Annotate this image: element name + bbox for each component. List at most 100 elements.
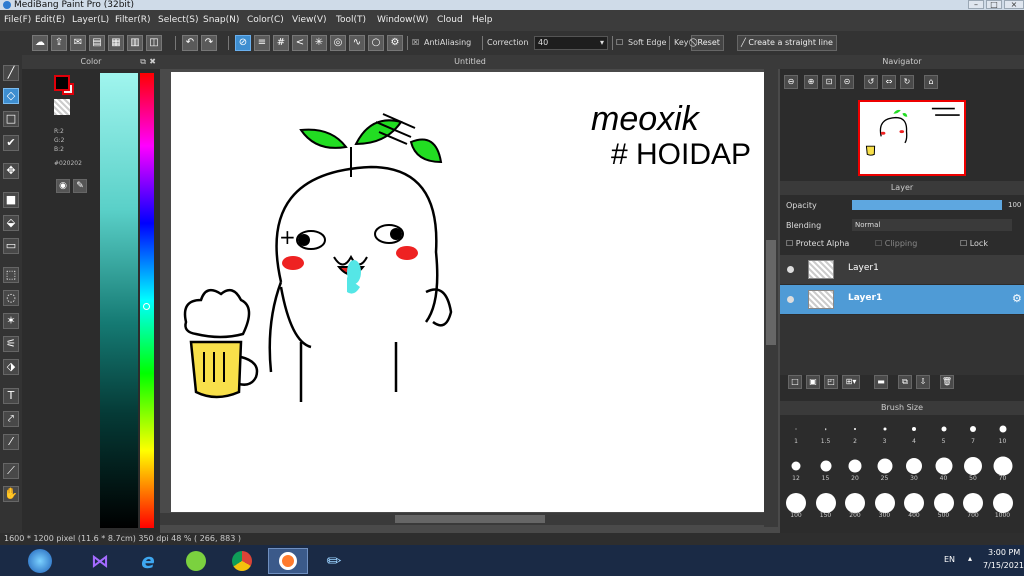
panel-icon[interactable]: ◫ (146, 35, 162, 51)
clipping-checkbox[interactable]: ☐ Clipping (875, 239, 917, 248)
protect-alpha-checkbox[interactable]: ☐ Protect Alpha (786, 239, 849, 248)
duplicate-layer-icon[interactable]: ⧉ (898, 375, 912, 389)
visibility-icon[interactable] (787, 296, 794, 303)
brush-size-option[interactable]: 500 (932, 491, 956, 519)
brush-size-option[interactable]: 20 (843, 454, 867, 482)
vertical-scroll-thumb[interactable] (766, 240, 776, 345)
palette-icon[interactable]: ◉ (56, 179, 70, 193)
brush-size-option[interactable]: 100 (784, 491, 808, 519)
drawing-canvas[interactable]: meoxik # HOIDAP + (171, 72, 768, 512)
select-eraser-icon[interactable]: ⬗ (3, 359, 19, 375)
merge-down-icon[interactable]: ⇩ (916, 375, 930, 389)
brush-size-option[interactable]: 70 (991, 454, 1015, 482)
brush-size-option[interactable]: 30 (902, 454, 926, 482)
flip-icon[interactable]: ⇔ (882, 75, 896, 89)
menu-file[interactable]: File(F) (4, 10, 31, 31)
blending-select[interactable]: Normal (852, 219, 1012, 231)
fill-rect-icon[interactable]: ■ (3, 192, 19, 208)
undo-icon[interactable]: ↶ (182, 35, 198, 51)
brush-size-option[interactable]: 7 (961, 417, 985, 445)
brush-size-option[interactable]: 3 (873, 417, 897, 445)
menu-edit[interactable]: Edit(E) (35, 10, 65, 31)
medibang-task[interactable] (268, 548, 308, 574)
comment-icon[interactable]: ✉ (70, 35, 86, 51)
actual-size-icon[interactable]: ⊝ (840, 75, 854, 89)
reset-button[interactable]: ⃠ Reset (691, 35, 724, 51)
layer-row-selected[interactable]: Layer1 ⚙ (780, 285, 1024, 314)
brush-size-option[interactable]: 10 (991, 417, 1015, 445)
menu-window[interactable]: Window(W) (377, 10, 428, 31)
operation-tool-icon[interactable]: ⤤ (3, 411, 19, 427)
straight-line-button[interactable]: ╱ Create a straight line (737, 35, 837, 51)
eyedropper-mini-icon[interactable]: ✎ (73, 179, 87, 193)
snap-off-icon[interactable]: ⊘ (235, 35, 251, 51)
zoom-in-icon[interactable]: ⊕ (804, 75, 818, 89)
add-layer-menu-icon[interactable]: ⊞▾ (842, 375, 860, 389)
redo-icon[interactable]: ↷ (201, 35, 217, 51)
menu-layer[interactable]: Layer(L) (72, 10, 109, 31)
cross-snap-icon[interactable]: # (273, 35, 289, 51)
eraser-tool-icon[interactable]: ◇ (3, 88, 19, 104)
text-tool-icon[interactable]: T (3, 388, 19, 404)
hue-slider[interactable] (140, 73, 154, 528)
brush-size-option[interactable]: 25 (873, 454, 897, 482)
menu-color[interactable]: Color(C) (247, 10, 284, 31)
brush-size-option[interactable]: 1.5 (814, 417, 838, 445)
brush-size-option[interactable]: 200 (843, 491, 867, 519)
navigator-preview[interactable] (858, 100, 966, 176)
minimize-button[interactable]: – (968, 0, 984, 9)
page-icon[interactable]: ▦ (108, 35, 124, 51)
menu-filter[interactable]: Filter(R) (115, 10, 151, 31)
new-halftone-layer-icon[interactable]: ▣ (806, 375, 820, 389)
coccoc-task[interactable] (176, 548, 216, 574)
brush-size-option[interactable]: 1000 (991, 491, 1015, 519)
divide-tool-icon[interactable]: ⁄ (3, 434, 19, 450)
fit-icon[interactable]: ⊡ (822, 75, 836, 89)
menu-cloud[interactable]: Cloud (437, 10, 463, 31)
menu-tool[interactable]: Tool(T) (336, 10, 366, 31)
parallel-snap-icon[interactable]: ≡ (254, 35, 270, 51)
undock-icon[interactable]: ⧉ (140, 55, 146, 69)
share-icon[interactable]: ⇪ (51, 35, 67, 51)
hue-marker[interactable] (143, 303, 150, 310)
brush-size-option[interactable]: 700 (961, 491, 985, 519)
saturation-value-picker[interactable] (100, 73, 138, 528)
snap-settings-icon[interactable]: ⚙ (387, 35, 403, 51)
paint-task[interactable]: ✏ (314, 548, 354, 574)
correction-select[interactable]: 40 ▾ (534, 36, 608, 50)
close-button[interactable]: × (1004, 0, 1024, 9)
brush-size-option[interactable]: 400 (902, 491, 926, 519)
brush-size-option[interactable]: 4 (902, 417, 926, 445)
select-pen-icon[interactable]: ⚟ (3, 336, 19, 352)
move-tool-icon[interactable]: ✥ (3, 163, 19, 179)
circle-snap-icon[interactable]: ◎ (330, 35, 346, 51)
clock-date[interactable]: 7/15/2021 (983, 561, 1024, 570)
select-draw-icon[interactable]: ✔ (3, 135, 19, 151)
rotate-left-icon[interactable]: ↺ (864, 75, 878, 89)
reset-view-icon[interactable]: ⌂ (924, 75, 938, 89)
menu-help[interactable]: Help (472, 10, 493, 31)
delete-layer-icon[interactable]: 🗑 (940, 375, 954, 389)
soft-edge-checkbox[interactable]: ☐ (616, 36, 623, 50)
menu-view[interactable]: View(V) (292, 10, 327, 31)
chat-icon[interactable]: ▤ (89, 35, 105, 51)
visual-studio-task[interactable]: ⋈ (80, 548, 120, 574)
transparent-swatch[interactable] (54, 99, 70, 115)
brush-size-option[interactable]: 50 (961, 454, 985, 482)
vanishing-snap-icon[interactable]: < (292, 35, 308, 51)
layer-settings-icon[interactable]: ⚙ (1012, 292, 1022, 305)
ie-task[interactable]: e (128, 548, 168, 574)
cloud-icon[interactable]: ☁ (32, 35, 48, 51)
clock-time[interactable]: 3:00 PM (988, 548, 1020, 557)
hand-tool-icon[interactable]: ✋ (3, 486, 19, 502)
rect-select-icon[interactable]: ⬚ (3, 267, 19, 283)
grid-icon[interactable]: ▥ (127, 35, 143, 51)
brush-size-option[interactable]: 300 (873, 491, 897, 519)
brush-size-option[interactable]: 2 (843, 417, 867, 445)
visibility-icon[interactable] (787, 266, 794, 273)
curve-snap-icon[interactable]: ∿ (349, 35, 365, 51)
new-8bit-layer-icon[interactable]: ◰ (824, 375, 838, 389)
menu-select[interactable]: Select(S) (158, 10, 199, 31)
brush-size-option[interactable]: 40 (932, 454, 956, 482)
gradient-tool-icon[interactable]: ▭ (3, 238, 19, 254)
